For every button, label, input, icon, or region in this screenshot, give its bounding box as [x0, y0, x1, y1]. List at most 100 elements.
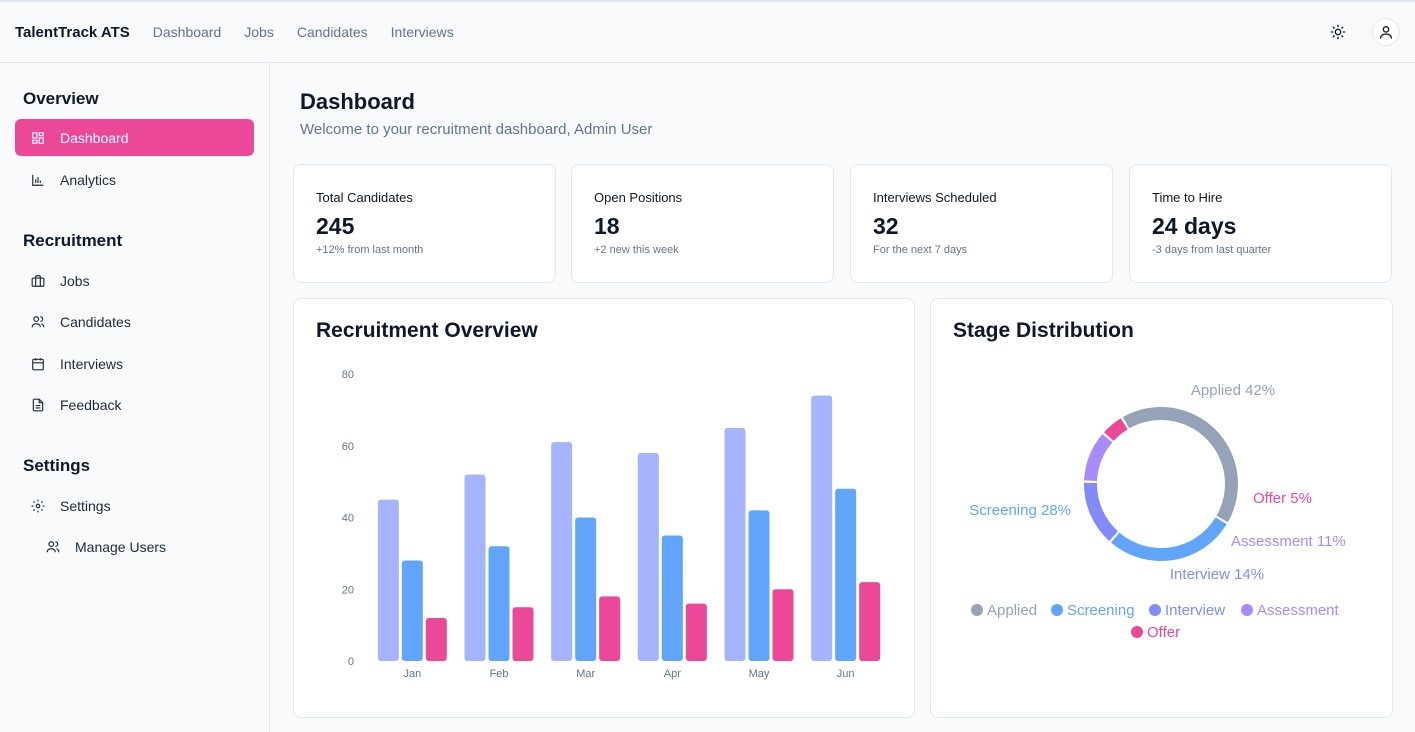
- donut-slice[interactable]: [1084, 433, 1113, 482]
- recruitment-bar-chart: 0 20 40 60 80 Jan Feb Mar Apr May Jun: [342, 369, 881, 680]
- y-tick-label: 0: [348, 656, 354, 668]
- bar-chart-icon: [30, 172, 46, 188]
- sidebar-section-recruitment: Recruitment: [23, 231, 123, 250]
- y-tick-label: 20: [342, 584, 354, 596]
- page-subtitle: Welcome to your recruitment dashboard, A…: [300, 121, 653, 138]
- bar[interactable]: [425, 617, 447, 661]
- sidebar-item-label: Candidates: [60, 313, 131, 330]
- legend-item[interactable]: Offer: [1147, 624, 1180, 641]
- sidebar-item-label: Analytics: [60, 171, 117, 188]
- bar[interactable]: [599, 596, 621, 661]
- file-icon: [30, 397, 46, 413]
- bar[interactable]: [637, 452, 659, 661]
- topnav-jobs[interactable]: Jobs: [244, 24, 274, 40]
- stat-value: 32: [873, 213, 899, 239]
- legend-item[interactable]: Screening: [1067, 602, 1135, 619]
- legend-swatch: [1149, 604, 1161, 616]
- x-tick-label: Mar: [576, 668, 595, 680]
- calendar-icon: [30, 356, 46, 372]
- legend-swatch: [1051, 604, 1063, 616]
- bar[interactable]: [835, 488, 857, 661]
- stat-card-time-to-hire: Time to Hire 24 days -3 days from last q…: [1129, 164, 1392, 283]
- bar[interactable]: [772, 589, 794, 661]
- bar[interactable]: [724, 427, 746, 661]
- legend-item[interactable]: Applied: [987, 602, 1037, 619]
- stat-label: Total Candidates: [316, 190, 413, 205]
- sidebar-section-overview: Overview: [23, 89, 99, 108]
- bar[interactable]: [401, 560, 423, 661]
- dashboard-icon: [30, 130, 46, 146]
- stat-label: Time to Hire: [1152, 190, 1223, 205]
- top-navbar: TalentTrack ATS Dashboard Jobs Candidate…: [0, 0, 1415, 63]
- bar[interactable]: [575, 517, 597, 662]
- donut-slice[interactable]: [1122, 407, 1238, 523]
- stat-label: Interviews Scheduled: [873, 190, 997, 205]
- x-tick-label: Jun: [837, 668, 855, 680]
- bar[interactable]: [748, 510, 770, 661]
- topnav-interviews[interactable]: Interviews: [391, 24, 454, 40]
- sidebar: Overview Dashboard Analytics Recruitment…: [0, 63, 270, 732]
- sidebar-item-label: Feedback: [60, 396, 122, 413]
- sidebar-item-settings[interactable]: Settings: [15, 487, 254, 524]
- main-content: Dashboard Welcome to your recruitment da…: [270, 63, 1415, 732]
- bar[interactable]: [661, 535, 683, 661]
- bar[interactable]: [551, 442, 573, 661]
- bar[interactable]: [512, 607, 534, 661]
- users-icon: [30, 314, 46, 330]
- sidebar-item-label: Dashboard: [60, 129, 129, 146]
- sun-icon: [1330, 24, 1346, 40]
- bar[interactable]: [377, 499, 399, 661]
- bar[interactable]: [811, 395, 833, 661]
- donut-slice[interactable]: [1110, 517, 1227, 561]
- x-tick-label: Feb: [490, 668, 509, 680]
- briefcase-icon: [30, 273, 46, 289]
- stat-value: 18: [594, 213, 620, 239]
- slice-label: Interview 14%: [1170, 566, 1264, 583]
- bar[interactable]: [464, 474, 486, 661]
- users-icon: [45, 539, 61, 555]
- bar[interactable]: [488, 546, 510, 661]
- bar[interactable]: [859, 582, 881, 661]
- legend-swatch: [971, 604, 983, 616]
- stage-donut-chart: Applied 42% Screening 28% Interview 14% Ass…: [969, 382, 1346, 641]
- stat-value: 24 days: [1152, 213, 1237, 239]
- sidebar-item-interviews[interactable]: Interviews: [15, 345, 254, 382]
- sidebar-item-jobs[interactable]: Jobs: [15, 262, 254, 299]
- legend-swatch: [1241, 604, 1253, 616]
- sidebar-item-analytics[interactable]: Analytics: [15, 161, 254, 198]
- donut-slice[interactable]: [1104, 418, 1128, 441]
- user-icon: [1380, 26, 1392, 39]
- sidebar-item-label: Manage Users: [75, 538, 167, 555]
- slice-label: Offer 5%: [1253, 490, 1312, 507]
- sidebar-item-candidates[interactable]: Candidates: [15, 303, 254, 340]
- recruitment-overview-panel: Recruitment Overview 0 20 40 60 80 Jan Feb Mar A…: [293, 298, 915, 718]
- stat-card-interviews-scheduled: Interviews Scheduled 32 For the next 7 d…: [850, 164, 1113, 283]
- sidebar-item-label: Interviews: [60, 355, 124, 372]
- sidebar-item-dashboard[interactable]: Dashboard: [15, 119, 254, 156]
- stat-value: 245: [316, 213, 355, 239]
- slice-label: Applied 42%: [1191, 382, 1275, 399]
- user-menu-button[interactable]: [1372, 18, 1400, 46]
- sidebar-section-settings: Settings: [23, 456, 91, 475]
- slice-label: Assessment 11%: [1231, 533, 1346, 550]
- bar[interactable]: [685, 603, 707, 661]
- legend-item[interactable]: Assessment: [1257, 602, 1340, 619]
- app-brand[interactable]: TalentTrack ATS: [15, 24, 130, 41]
- stat-label: Open Positions: [594, 190, 683, 205]
- legend-item[interactable]: Interview: [1165, 602, 1225, 619]
- page-title: Dashboard: [300, 89, 415, 114]
- donut-slice[interactable]: [1084, 482, 1118, 541]
- y-tick-label: 60: [342, 441, 354, 453]
- stat-note: +2 new this week: [594, 244, 679, 256]
- x-tick-label: Apr: [664, 668, 681, 680]
- theme-toggle-button[interactable]: [1324, 18, 1352, 46]
- topnav-candidates[interactable]: Candidates: [297, 24, 368, 40]
- topnav-dashboard[interactable]: Dashboard: [153, 24, 222, 40]
- stage-distribution-panel: Stage Distribution Applied 42% Screening …: [930, 298, 1393, 718]
- sidebar-item-manage-users[interactable]: Manage Users: [15, 528, 254, 565]
- sidebar-item-feedback[interactable]: Feedback: [15, 386, 254, 423]
- sidebar-item-label: Jobs: [60, 272, 90, 289]
- stat-note: +12% from last month: [316, 244, 424, 256]
- y-tick-label: 40: [342, 513, 354, 525]
- stat-note: For the next 7 days: [873, 244, 968, 256]
